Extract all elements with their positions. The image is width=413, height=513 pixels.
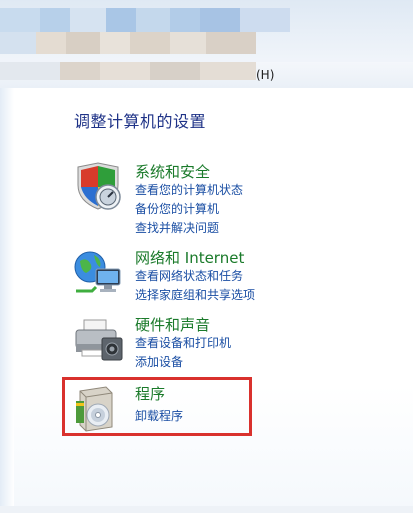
category-title-network-internet[interactable]: 网络和 Internet	[135, 247, 244, 268]
highlight-annotation-box	[62, 377, 252, 436]
category-hardware-sound: 硬件和声音 查看设备和打印机 添加设备	[72, 314, 302, 370]
link-backup-computer[interactable]: 备份您的计算机	[135, 200, 219, 217]
link-troubleshoot[interactable]: 查找并解决问题	[135, 219, 219, 236]
navigation-edge	[0, 88, 14, 513]
link-homegroup-sharing[interactable]: 选择家庭组和共享选项	[135, 286, 255, 303]
menu-bar	[0, 62, 413, 88]
page-title: 调整计算机的设置	[74, 112, 207, 131]
link-devices-printers[interactable]: 查看设备和打印机	[135, 334, 231, 351]
category-network-internet: 网络和 Internet 查看网络状态和任务 选择家庭组和共享选项	[72, 247, 302, 303]
category-system-security: 系统和安全 查看您的计算机状态 备份您的计算机 查找并解决问题	[72, 161, 302, 236]
menu-help[interactable]: (H)	[256, 68, 274, 82]
shield-icon[interactable]	[72, 161, 126, 215]
window-bottom-border	[0, 506, 413, 513]
category-title-hardware-sound[interactable]: 硬件和声音	[135, 314, 210, 335]
link-view-computer-status[interactable]: 查看您的计算机状态	[135, 181, 243, 198]
printer-icon[interactable]	[72, 314, 126, 368]
network-globe-icon[interactable]	[72, 247, 126, 301]
link-add-device[interactable]: 添加设备	[135, 353, 183, 370]
category-title-system-security[interactable]: 系统和安全	[135, 161, 210, 182]
link-view-network-status[interactable]: 查看网络状态和任务	[135, 267, 243, 284]
